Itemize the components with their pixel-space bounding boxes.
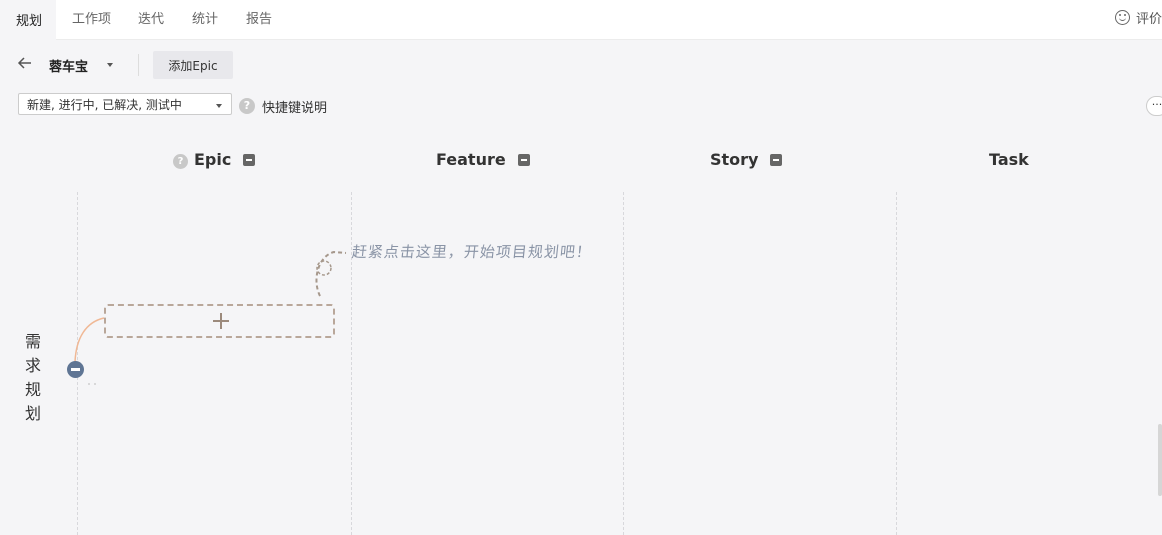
hint-arrow-curve [315,250,347,297]
scrollbar-handle[interactable] [1158,424,1162,496]
lane-char: 划 [25,404,42,423]
lane-char: 需 [25,332,42,351]
guide-curves [74,250,347,385]
lane-char: 规 [25,380,42,399]
connector-line [74,317,105,363]
lane-char: 求 [25,356,42,375]
lane-collapse-icon[interactable] [67,361,84,378]
plus-icon [213,313,229,329]
empty-state-hint: 赶紧点击这里，开始项目规划吧！ [351,243,593,261]
swimlane-label: 需 求 规 划 [25,330,43,426]
add-epic-card[interactable] [104,304,335,338]
